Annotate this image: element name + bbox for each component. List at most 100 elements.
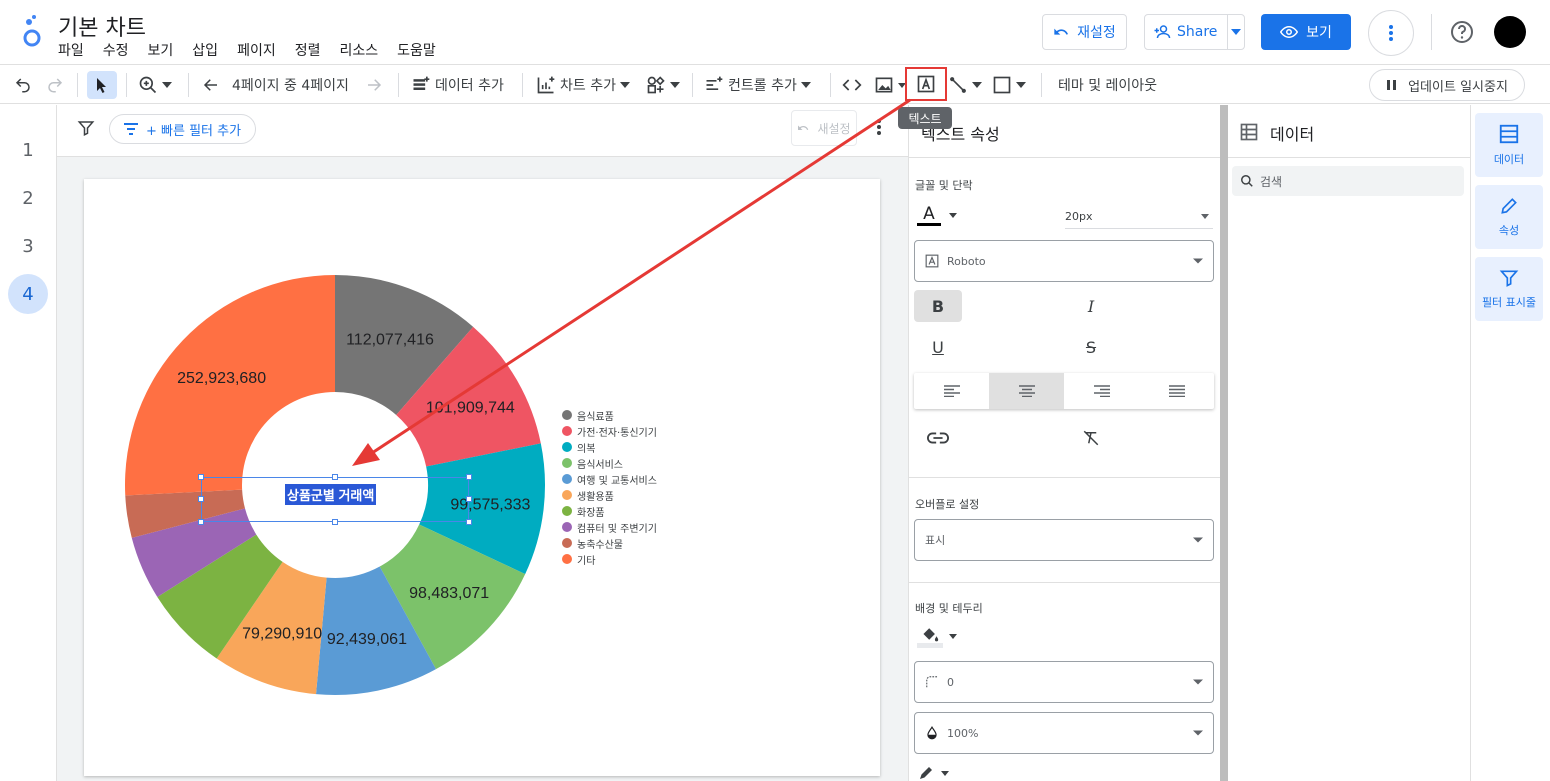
resize-handle-w[interactable]: [198, 496, 204, 502]
rail-properties-button[interactable]: 속성: [1475, 185, 1543, 249]
line-button[interactable]: [948, 71, 982, 99]
slice-value-label: 252,923,680: [177, 370, 266, 387]
page-1-button[interactable]: 1: [8, 130, 48, 170]
legend-item[interactable]: 가전·전자·통신기기: [562, 423, 657, 439]
text-tool-button[interactable]: [905, 67, 947, 101]
legend-item[interactable]: 기타: [562, 551, 657, 567]
page-4-button[interactable]: 4: [8, 274, 48, 314]
filter-icon[interactable]: [77, 119, 95, 137]
text-box-selected[interactable]: 상품군별 거래액: [198, 474, 472, 525]
page-3-button[interactable]: 3: [8, 226, 48, 266]
undo-button[interactable]: [14, 71, 32, 99]
legend-item[interactable]: 음식료품: [562, 407, 657, 423]
add-quick-filter-button[interactable]: + 빠른 필터 추가: [109, 114, 257, 144]
link-icon: [927, 432, 949, 444]
zoom-button[interactable]: [138, 71, 172, 99]
font-icon: [925, 254, 939, 268]
resize-handle-s[interactable]: [332, 519, 338, 525]
prev-page-button[interactable]: [202, 71, 220, 99]
embed-url-button[interactable]: [842, 71, 862, 99]
resize-handle-e[interactable]: [466, 496, 472, 502]
add-control-button[interactable]: 컨트롤 추가: [704, 71, 811, 99]
clear-format-button[interactable]: [1067, 422, 1115, 454]
resize-handle-se[interactable]: [466, 519, 472, 525]
chevron-down-icon: [162, 82, 172, 88]
menu-page[interactable]: 페이지: [237, 40, 276, 60]
rail-data-button[interactable]: 데이터: [1475, 113, 1543, 177]
overflow-select[interactable]: 표시: [914, 519, 1214, 561]
share-dropdown-icon[interactable]: [1228, 29, 1244, 35]
user-avatar[interactable]: [1494, 16, 1526, 48]
align-justify-button[interactable]: [1139, 373, 1214, 409]
help-icon[interactable]: [1450, 20, 1474, 44]
align-center-button[interactable]: [989, 373, 1064, 409]
align-right-button[interactable]: [1064, 373, 1139, 409]
menu-view[interactable]: 보기: [148, 40, 174, 60]
share-button[interactable]: Share: [1144, 14, 1245, 50]
resize-handle-nw[interactable]: [198, 474, 204, 480]
legend-item[interactable]: 음식서비스: [562, 455, 657, 471]
next-page-button[interactable]: [365, 71, 383, 99]
resize-handle-ne[interactable]: [466, 474, 472, 480]
resize-handle-n[interactable]: [332, 474, 338, 480]
menu-insert[interactable]: 삽입: [192, 40, 218, 60]
add-component-button[interactable]: [646, 71, 680, 99]
more-options-button[interactable]: [1368, 10, 1414, 56]
legend-item[interactable]: 생활용품: [562, 487, 657, 503]
more-vert-icon[interactable]: [877, 119, 881, 135]
view-button[interactable]: 보기: [1261, 14, 1351, 50]
background-color-picker[interactable]: [917, 625, 957, 648]
legend-item[interactable]: 여행 및 교통서비스: [562, 471, 657, 487]
legend-item[interactable]: 의복: [562, 439, 657, 455]
opacity-select[interactable]: 100%: [914, 712, 1214, 754]
bold-icon: B: [931, 296, 945, 316]
text-box-content[interactable]: 상품군별 거래액: [285, 484, 377, 505]
shape-button[interactable]: [992, 71, 1026, 99]
legend-item[interactable]: 농축수산물: [562, 535, 657, 551]
eye-icon: [1280, 25, 1299, 39]
link-button[interactable]: [914, 422, 962, 454]
add-data-button[interactable]: 데이터 추가: [411, 71, 504, 99]
search-icon: [1241, 175, 1253, 187]
filter-reset-button[interactable]: 새설정: [791, 110, 857, 146]
resize-handle-sw[interactable]: [198, 519, 204, 525]
cursor-icon: [97, 78, 106, 93]
border-color-picker[interactable]: [917, 765, 949, 781]
select-tool-button[interactable]: [87, 71, 117, 99]
underline-button[interactable]: U: [914, 331, 962, 363]
legend-label: 기타: [577, 555, 596, 567]
redo-button[interactable]: [46, 71, 64, 99]
font-color-picker[interactable]: A: [917, 205, 957, 226]
align-left-button[interactable]: [914, 373, 989, 409]
image-button[interactable]: [874, 71, 906, 99]
legend-item[interactable]: 컴퓨터 및 주변기기: [562, 519, 657, 535]
legend-item[interactable]: 화장품: [562, 503, 657, 519]
page-2-button[interactable]: 2: [8, 178, 48, 218]
menu-arrange[interactable]: 정렬: [295, 40, 321, 60]
strikethrough-button[interactable]: S: [1067, 331, 1115, 363]
slice-value-label: 101,909,744: [426, 399, 515, 416]
italic-button[interactable]: I: [1067, 290, 1115, 322]
add-chart-button[interactable]: 차트 추가: [536, 71, 630, 99]
menu-resource[interactable]: 리소스: [339, 40, 378, 60]
data-search-input[interactable]: 검색: [1232, 166, 1464, 196]
theme-layout-button[interactable]: 테마 및 레이아웃: [1058, 71, 1157, 99]
panel-splitter[interactable]: [1220, 105, 1228, 781]
overflow-value: 표시: [925, 534, 946, 547]
pause-updates-button[interactable]: 업데이트 일시중지: [1369, 69, 1525, 101]
code-icon: [842, 79, 862, 91]
menu-help[interactable]: 도움말: [397, 40, 436, 60]
add-control-label: 컨트롤 추가: [728, 78, 797, 94]
opacity-value: 100%: [947, 726, 979, 740]
font-family-select[interactable]: Roboto: [914, 240, 1214, 282]
border-radius-select[interactable]: 0: [914, 661, 1214, 703]
menu-file[interactable]: 파일: [58, 40, 84, 60]
bold-button[interactable]: B: [914, 290, 962, 322]
rail-filter-bar-button[interactable]: 필터 표시줄: [1475, 257, 1543, 321]
reset-button[interactable]: 재설정: [1042, 14, 1127, 50]
looker-studio-logo-icon[interactable]: [20, 14, 44, 48]
report-title[interactable]: 기본 차트: [58, 10, 146, 42]
arrow-left-icon: [203, 79, 217, 91]
font-size-select[interactable]: 20px: [1065, 205, 1213, 229]
menu-edit[interactable]: 수정: [103, 40, 129, 60]
